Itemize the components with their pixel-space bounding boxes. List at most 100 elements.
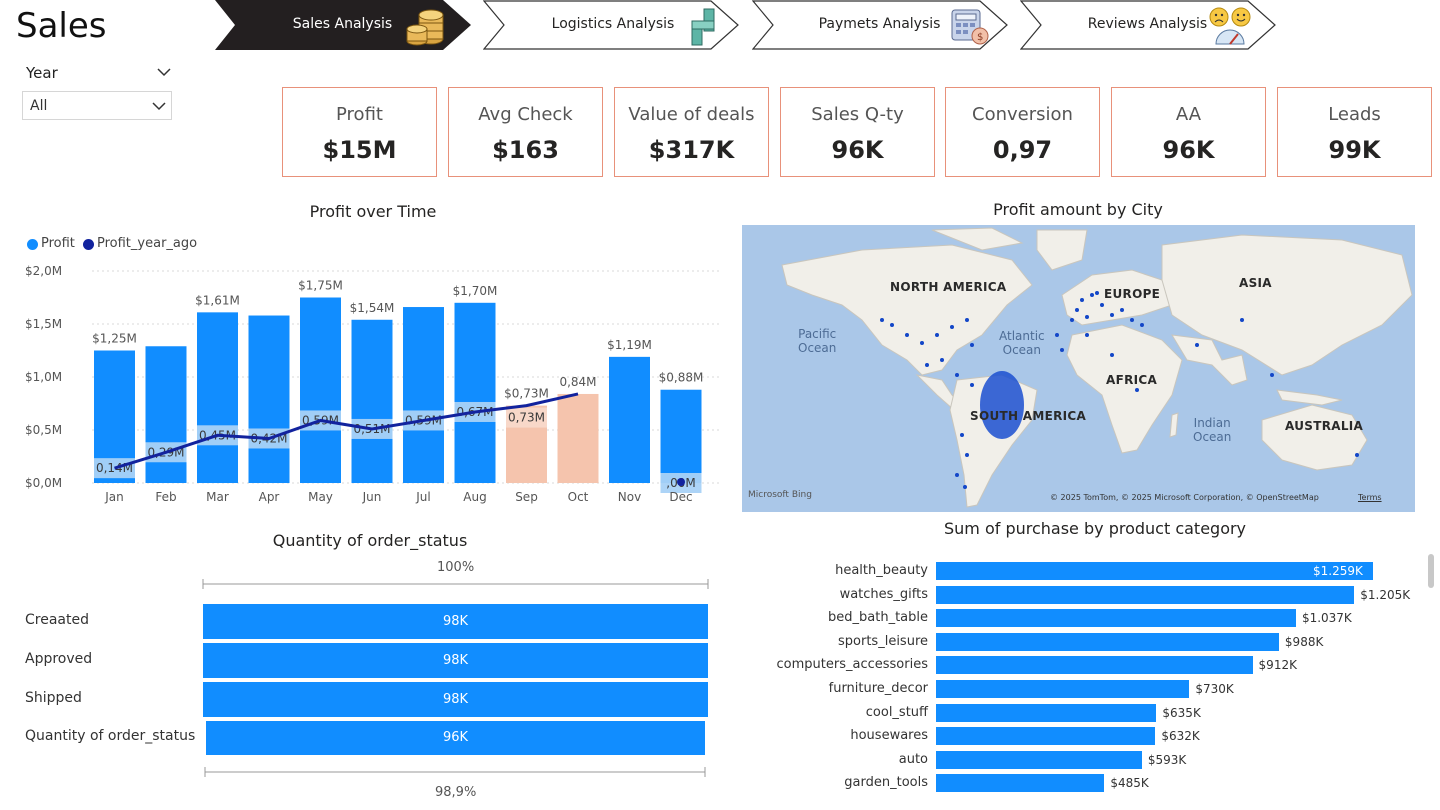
category-bar[interactable] <box>936 632 1279 651</box>
map-label-australia: AUSTRALIA <box>1285 419 1364 433</box>
bottom-percentage: 98,9% <box>435 785 477 800</box>
profit-bar[interactable] <box>454 302 496 483</box>
svg-text:$: $ <box>977 32 983 43</box>
profit-bar[interactable] <box>403 307 444 483</box>
profit-data-label: $1,19M <box>607 338 652 352</box>
kpi-label: AA <box>1175 104 1202 125</box>
x-tick-label: Jan <box>104 490 124 504</box>
kpi-card-value-of-deals: Value of deals $317K <box>614 87 769 177</box>
kpi-value: $163 <box>492 136 559 164</box>
x-tick-label: Jul <box>415 490 430 504</box>
profit-bar[interactable] <box>660 389 702 483</box>
profit-by-city-map[interactable]: NORTH AMERICA EUROPE ASIA AFRICA SOUTH A… <box>742 225 1415 512</box>
category-label: health_beauty <box>835 563 928 578</box>
kpi-card-avg-check: Avg Check $163 <box>448 87 603 177</box>
emoji-rating-icon <box>1209 7 1251 45</box>
kpi-value: $15M <box>322 136 397 164</box>
legend-profit-year-ago-label[interactable]: Profit_year_ago <box>97 236 197 251</box>
category-value-label: $1.205K <box>1360 587 1411 602</box>
category-label: computers_accessories <box>776 657 928 673</box>
profit-data-label: 0,84M <box>559 375 596 389</box>
y-tick-label: $2,0M <box>25 264 62 278</box>
chevron-down-icon[interactable] <box>156 64 172 80</box>
profit-bar[interactable] <box>300 297 341 484</box>
y-tick-label: $1,5M <box>25 317 62 331</box>
year-dropdown-value: All <box>30 98 48 114</box>
tab-label: Reviews Analysis <box>1087 16 1208 32</box>
category-value-label: $912K <box>1258 658 1297 673</box>
legend-profit-marker <box>27 239 38 250</box>
profit-data-label: $1,25M <box>92 332 137 346</box>
vertical-scrollbar[interactable] <box>1428 554 1434 588</box>
profit-bar[interactable] <box>197 312 238 483</box>
x-tick-label: Feb <box>155 490 176 504</box>
x-tick-label: Nov <box>618 490 641 504</box>
kpi-label: Sales Q-ty <box>811 104 904 125</box>
category-bar[interactable] <box>936 609 1296 628</box>
category-bar[interactable] <box>936 750 1142 769</box>
profit-data-label: $1,75M <box>298 279 343 293</box>
x-tick-label: Sep <box>515 490 538 504</box>
tab-logistics-analysis[interactable]: Logistics Analysis <box>483 0 743 50</box>
x-tick-label: Oct <box>568 490 589 504</box>
category-bar[interactable] <box>936 656 1253 675</box>
map-label-indian-ocean: Indian Ocean <box>1193 416 1232 444</box>
category-value-label: $988K <box>1284 634 1324 649</box>
tab-label: Paymets Analysis <box>818 16 941 32</box>
x-tick-label: May <box>308 490 333 504</box>
map-title: Profit amount by City <box>993 200 1163 219</box>
top-percentage: 100% <box>437 560 475 575</box>
profit-data-label: $1,54M <box>350 301 395 315</box>
category-bar[interactable] <box>936 680 1190 698</box>
kpi-label: Conversion <box>972 104 1073 125</box>
map-terms-link[interactable]: Terms <box>1358 493 1382 502</box>
profit-year-ago-point <box>677 478 685 486</box>
y-tick-label: $0,5M <box>25 423 62 437</box>
category-label: furniture_decor <box>828 681 928 696</box>
kpi-label: Profit <box>336 104 383 125</box>
category-bar[interactable] <box>936 585 1355 604</box>
profit-over-time-chart[interactable]: $2,0M$1,5M$1,0M$0,5M$0,0M0,14M$1,25MJan0… <box>0 255 730 515</box>
map-label-asia: ASIA <box>1239 276 1272 290</box>
map-label-atlantic-ocean: Atlantic Ocean <box>999 329 1045 357</box>
legend-profit-year-ago-marker <box>83 239 94 250</box>
x-tick-label: Dec <box>669 490 692 504</box>
category-bar[interactable] <box>936 562 1373 580</box>
kpi-card-sales-qty: Sales Q-ty 96K <box>780 87 935 177</box>
tab-label: Sales Analysis <box>292 16 393 32</box>
coins-icon <box>406 9 444 46</box>
map-label-africa: AFRICA <box>1106 373 1158 387</box>
category-bar[interactable] <box>936 703 1157 722</box>
order-status-label: Quantity of order_status <box>25 728 196 744</box>
profit-bar[interactable] <box>351 319 393 483</box>
chevron-down-icon[interactable] <box>151 98 167 114</box>
x-tick-label: Apr <box>259 490 280 504</box>
year-ago-data-label: 0,73M <box>508 411 545 425</box>
map-label-europe: EUROPE <box>1104 287 1161 301</box>
category-bar[interactable] <box>936 774 1105 793</box>
kpi-value: 96K <box>831 136 884 164</box>
profit-bar[interactable] <box>609 356 650 483</box>
tab-label: Logistics Analysis <box>551 16 675 32</box>
profit-bar[interactable] <box>145 346 187 483</box>
category-label: bed_bath_table <box>828 610 928 626</box>
profit-data-label: $0,88M <box>659 371 704 385</box>
category-bar[interactable] <box>936 727 1156 746</box>
kpi-label: Value of deals <box>628 104 755 125</box>
kpi-card-aa: AA 96K <box>1111 87 1266 177</box>
legend-profit-label[interactable]: Profit <box>41 236 75 251</box>
kpi-card-conversion: Conversion 0,97 <box>945 87 1100 177</box>
profit-data-label: $0,73M <box>504 387 549 401</box>
x-tick-label: Aug <box>463 490 486 504</box>
tab-reviews-analysis[interactable]: Reviews Analysis <box>1020 0 1280 50</box>
calculator-icon: $ <box>951 9 989 45</box>
category-value-label: $632K <box>1161 729 1200 744</box>
world-landmass <box>781 227 1413 508</box>
tab-sales-analysis[interactable]: Sales Analysis <box>215 0 475 50</box>
profit-bar[interactable] <box>557 393 599 483</box>
map-label-north-america: NORTH AMERICA <box>890 280 1007 294</box>
profit-bar[interactable] <box>248 315 290 483</box>
bing-logo: Microsoft Bing <box>748 490 812 500</box>
order-status-value: 96K <box>442 730 469 745</box>
tab-paymets-analysis[interactable]: Paymets Analysis $ <box>752 0 1012 50</box>
